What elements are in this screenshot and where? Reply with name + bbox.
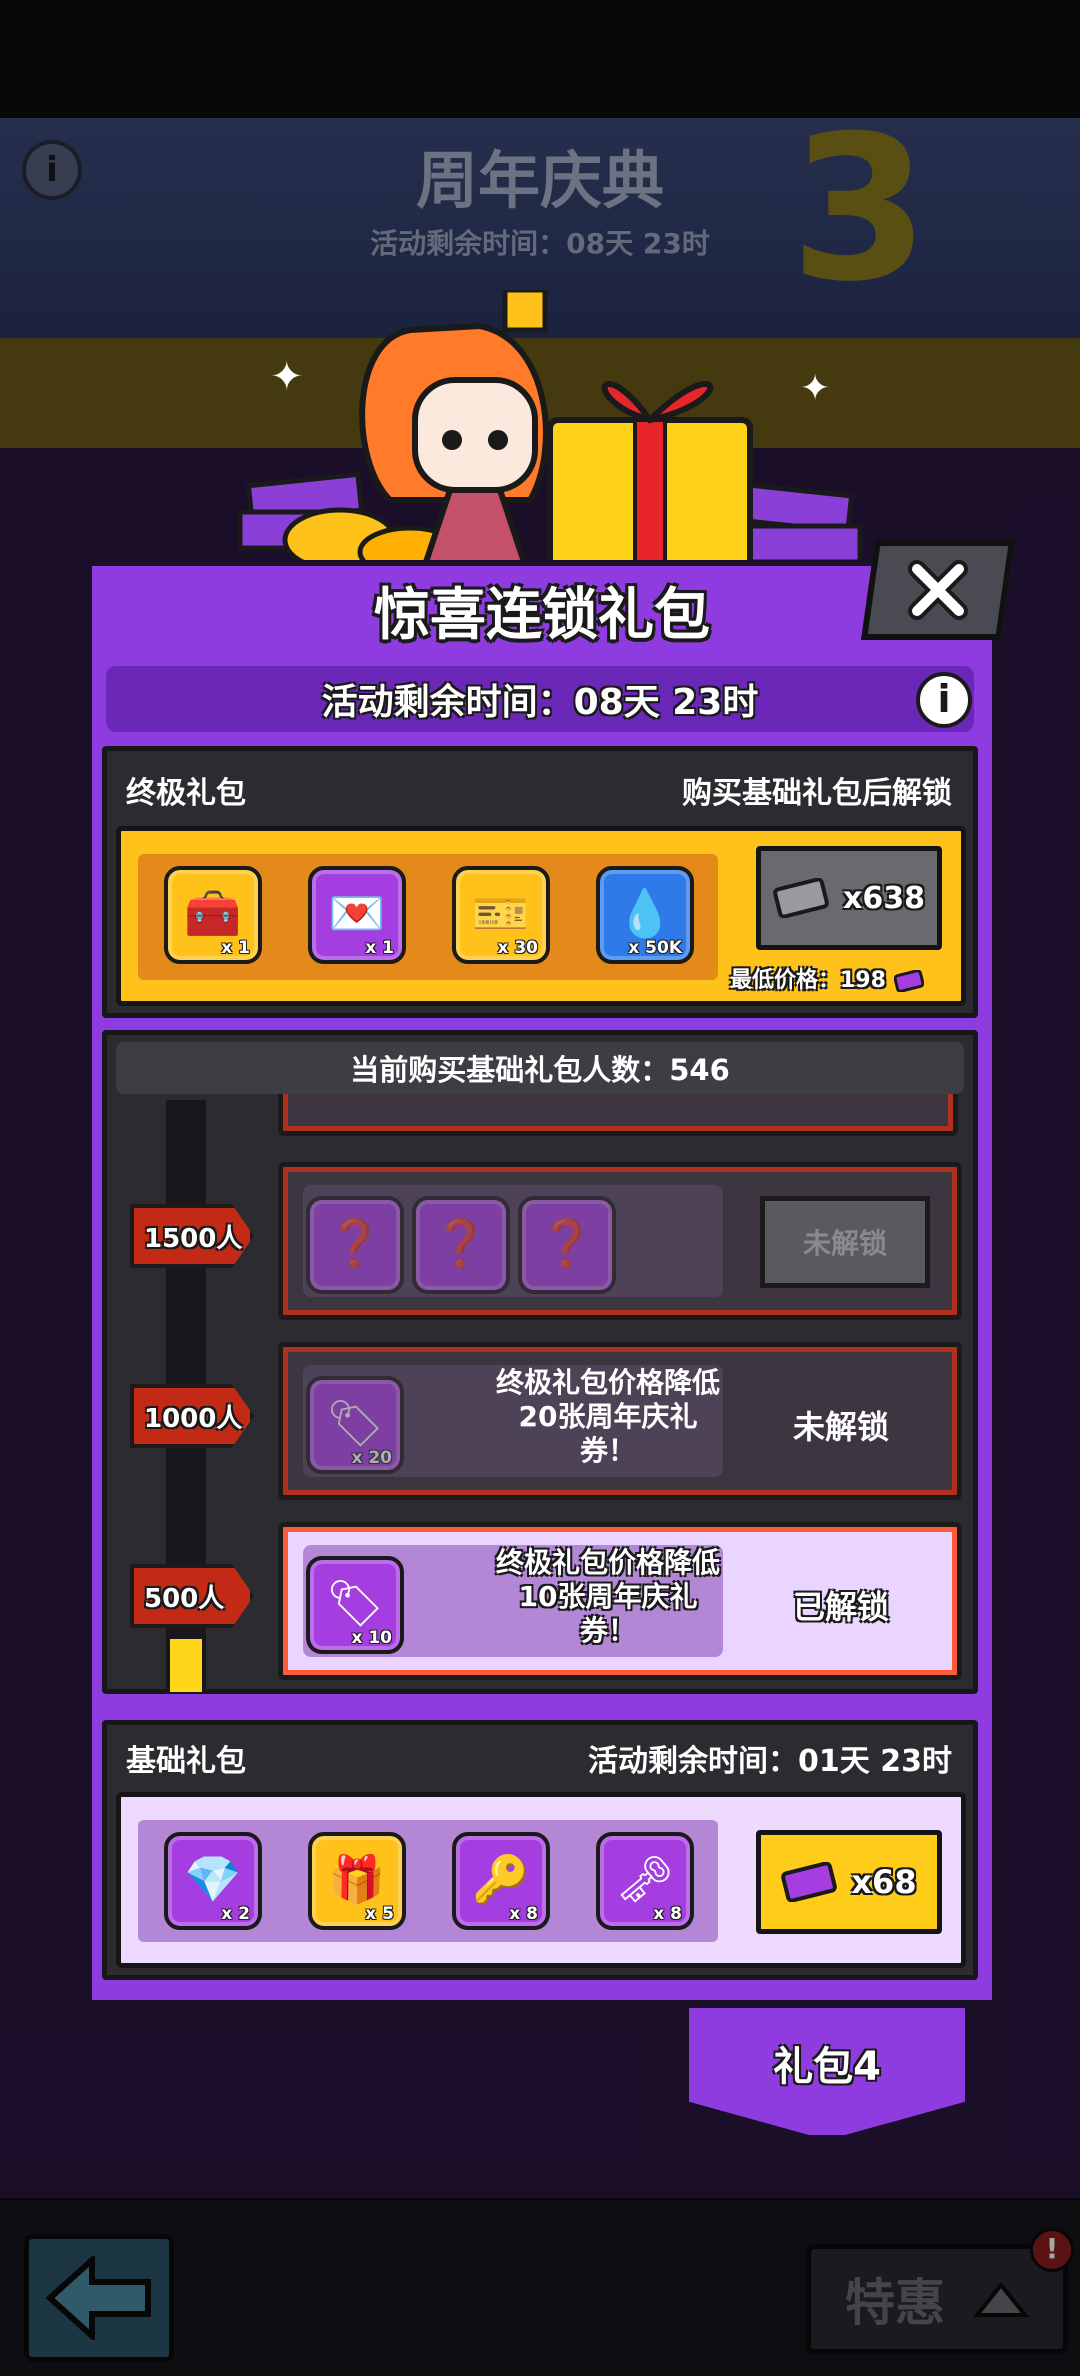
svg-text:✦: ✦ [800,368,830,409]
tier-1000-description: 终极礼包价格降低20张周年庆礼券！ [496,1366,721,1467]
mystery-box-icon[interactable]: ❓ [412,1196,510,1294]
svg-text:✦: ✦ [270,354,304,400]
gold-key-icon[interactable]: 🔑 x 8 [452,1832,550,1930]
anniversary-ticket-icon [781,1862,838,1902]
popup-timer: 活动剩余时间：08天 23时 [106,666,974,732]
tier-1000-status: 未解锁 [792,1408,889,1446]
tier-flag-1000: 1000人 [130,1384,254,1448]
basic-price: x68 [851,1863,917,1901]
discount-card-icon[interactable]: 🏷 x 10 [306,1556,404,1654]
anniversary-ticket-icon [893,969,925,993]
tier-flag-500: 500人 [130,1564,254,1628]
mystery-box-icon[interactable]: ❓ [306,1196,404,1294]
tier-1500-status: 未解锁 [760,1196,930,1288]
gem-card-icon[interactable]: 💎 x 2 [164,1832,262,1930]
close-button[interactable] [860,540,1016,640]
ultimate-min-price: 最低价格：198 [730,962,944,994]
character-with-gift-illustration: ✦ ✦ ✦ [237,290,863,580]
ultimate-buy-button[interactable]: x638 [756,846,942,950]
heart-letter-icon[interactable]: 💌 x 1 [308,866,406,964]
ultimate-unlock-note: 购买基础礼包后解锁 [682,776,952,811]
ultimate-price: x638 [843,880,925,916]
purple-key-icon[interactable]: 🗝 x 8 [596,1832,694,1930]
ultimate-pack-title: 终极礼包 [126,776,246,811]
mystery-box-icon[interactable]: ❓ [518,1196,616,1294]
energy-drop-icon[interactable]: 💧 x 50K [596,866,694,964]
discount-card-icon[interactable]: 🏷 x 20 [306,1376,404,1474]
basic-pack-title: 基础礼包 [126,1744,246,1779]
tier-flag-1500: 1500人 [130,1204,254,1268]
ticket-bundle-icon[interactable]: 🎫 x 30 [452,866,550,964]
basic-buy-button[interactable]: x68 [756,1830,942,1934]
chest-icon[interactable]: 🧰 x 1 [164,866,262,964]
basic-pack-timer: 活动剩余时间：01天 23时 [588,1744,952,1779]
gift-box-icon[interactable]: 🎁 x 5 [308,1832,406,1930]
info-button[interactable]: i [916,672,972,728]
tier-500-status: 已解锁 [792,1588,889,1626]
progress-fill [170,1638,202,1692]
anniversary-ticket-icon [773,878,829,918]
tier-500-description: 终极礼包价格降低10张周年庆礼券！ [496,1546,721,1647]
close-icon [908,560,968,620]
buyer-count: 当前购买基础礼包人数：546 [116,1042,964,1094]
